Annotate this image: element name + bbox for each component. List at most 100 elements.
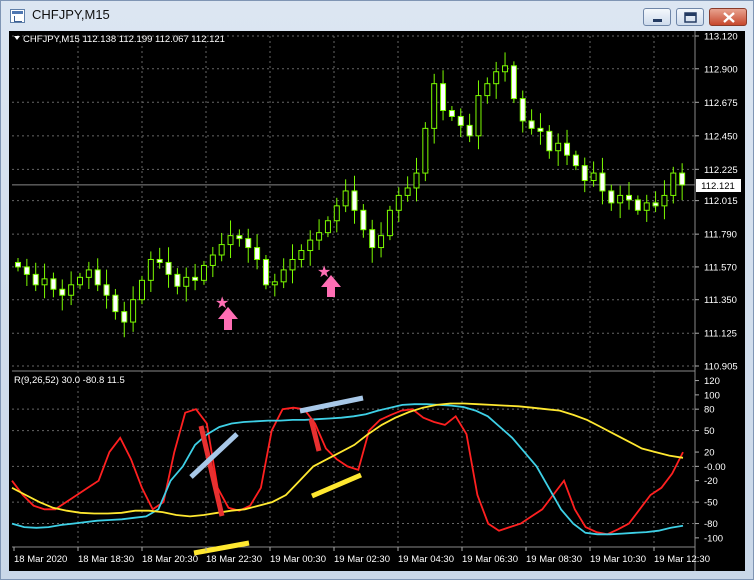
- candle-body: [652, 202, 659, 207]
- indicator-line-0: [11, 406, 684, 536]
- candle-body: [643, 202, 650, 211]
- candle-body: [183, 276, 190, 287]
- candle-body: [510, 65, 517, 100]
- candle-body: [457, 115, 464, 126]
- price-tick-label: 110.905: [704, 362, 738, 373]
- time-tick-label: 19 Mar 08:30: [526, 554, 582, 565]
- candle-body: [564, 142, 571, 156]
- main-chart-label: CHFJPY,M15 112.138 112.199 112.067 112.1…: [23, 34, 225, 45]
- candle-body: [448, 109, 455, 117]
- candle-body: [289, 258, 296, 271]
- candle-body: [634, 199, 641, 211]
- price-chart-svg[interactable]: ★ ★ 113.120112.900112.675112.450112.2251…: [9, 31, 745, 571]
- price-tick-label: 113.120: [704, 32, 738, 43]
- indicator-tick-label: -20: [704, 476, 718, 487]
- chart-window-icon: [10, 9, 25, 23]
- time-tick-label: 19 Mar 12:30: [654, 554, 710, 565]
- price-tick-label: 112.015: [704, 196, 738, 207]
- candle-body: [76, 276, 83, 286]
- price-tick-label: 112.900: [704, 64, 738, 75]
- time-tick-label: 18 Mar 2020: [14, 554, 67, 565]
- red-trendline-1[interactable]: [198, 425, 225, 517]
- candle-body: [15, 261, 21, 268]
- candle-body: [94, 269, 101, 286]
- time-tick-label: 18 Mar 22:30: [206, 554, 262, 565]
- candle-body: [413, 172, 420, 189]
- candle-body: [431, 83, 438, 129]
- candle-body: [608, 190, 615, 204]
- indicator-line-2: [11, 402, 684, 518]
- candle-body: [572, 154, 579, 167]
- candle-body: [581, 165, 588, 182]
- candle-body: [32, 273, 39, 286]
- indicator-lines: [11, 402, 684, 536]
- maximize-button[interactable]: [676, 8, 704, 26]
- candle-body: [307, 239, 314, 252]
- candle-body: [466, 124, 473, 137]
- candle-body: [342, 190, 349, 207]
- price-tick-label: 112.675: [704, 98, 738, 109]
- candle-body: [262, 258, 269, 286]
- indicator-tick-label: 80: [704, 405, 715, 416]
- chart-window: CHFJPY,M15 ★ ★ 113.120 112.900 112.675 1…: [0, 0, 754, 580]
- candle-body: [546, 130, 553, 152]
- time-tick-label: 18 Mar 18:30: [78, 554, 134, 565]
- indicator-tick-label: 100: [704, 390, 720, 401]
- time-tick-label: 18 Mar 20:30: [142, 554, 198, 565]
- candle-body: [351, 190, 358, 211]
- candle-body: [112, 294, 119, 313]
- candle-body: [200, 264, 207, 281]
- candle-body: [378, 235, 385, 249]
- price-tick-label: 111.125: [704, 329, 737, 340]
- candle-body: [599, 172, 606, 192]
- candle-body: [130, 299, 137, 323]
- time-tick-label: 19 Mar 02:30: [334, 554, 390, 565]
- candle-body: [555, 142, 562, 152]
- price-axis-labels: 113.120 112.900 112.675 112.450 112.225 112.0…: [695, 32, 738, 373]
- price-tick-label: 111.790: [704, 230, 737, 241]
- close-icon: [723, 12, 735, 23]
- candle-body: [245, 238, 252, 249]
- indicator-tick-label: 50: [704, 426, 715, 437]
- candle-body: [395, 194, 402, 211]
- candle-body: [537, 127, 544, 132]
- candle-body: [85, 269, 92, 278]
- minimize-button[interactable]: [643, 8, 671, 26]
- candle-body: [121, 311, 128, 323]
- yellow-trendline-2[interactable]: [311, 472, 362, 499]
- candle-body: [484, 83, 491, 97]
- maximize-icon: [684, 12, 697, 23]
- yellow-trendline-1[interactable]: [193, 540, 250, 556]
- chart-canvas[interactable]: ★ ★ 113.120 112.900 112.675 112.450 112.225 1…: [9, 31, 745, 571]
- candle-body: [493, 71, 500, 85]
- title-bar[interactable]: CHFJPY,M15: [1, 1, 753, 31]
- drawings: ★ ★: [189, 262, 364, 556]
- candle-body: [156, 258, 163, 263]
- close-button[interactable]: [709, 8, 747, 26]
- collapse-triangle-icon[interactable]: [14, 36, 20, 40]
- indicator-tick-label: -100: [704, 533, 723, 544]
- candle-body: [626, 194, 633, 201]
- candle-body: [360, 209, 367, 231]
- indicator-label: R(9,26,52) 30.0 -80.8 11.5: [14, 375, 125, 386]
- indicator-tick-label: -0.00: [704, 462, 726, 473]
- candle-body: [174, 273, 181, 287]
- indicator-tick-label: -50: [704, 498, 718, 509]
- candle-body: [254, 247, 261, 260]
- indicator-line-1: [11, 403, 684, 536]
- candle-body: [519, 98, 526, 122]
- indicator-tick-label: 120: [704, 376, 720, 387]
- indicator-axis-labels: 120 100 80 50 20 -0.00 -20 -50 -80 -100: [695, 376, 726, 544]
- candle-body: [280, 269, 287, 283]
- candle-body: [165, 261, 172, 275]
- candle-body: [316, 232, 323, 241]
- indicator-tick-label: -80: [704, 519, 718, 530]
- candle-body: [138, 279, 145, 301]
- time-tick-label: 19 Mar 00:30: [270, 554, 326, 565]
- price-tick-label: 111.350: [704, 295, 737, 306]
- indicator-tick-label: 20: [704, 448, 715, 459]
- candle-body: [192, 276, 199, 281]
- candle-body: [23, 266, 30, 275]
- candle-body: [475, 95, 482, 137]
- candle-body: [679, 172, 686, 186]
